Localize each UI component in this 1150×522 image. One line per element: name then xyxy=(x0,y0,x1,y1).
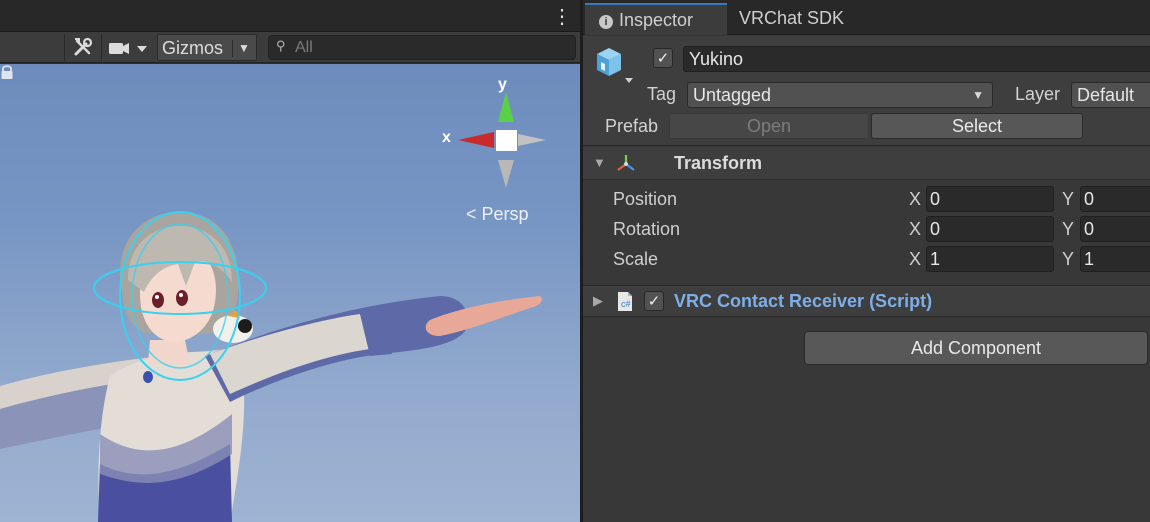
foldout-expanded-icon[interactable]: ▼ xyxy=(593,155,606,170)
gizmos-button[interactable]: Gizmos ▼ xyxy=(157,34,257,61)
scene-tab-bar: ⋮ xyxy=(0,0,580,32)
info-icon: i xyxy=(599,15,613,29)
tab-inspector[interactable]: i Inspector xyxy=(585,3,727,35)
prefab-label: Prefab xyxy=(605,116,659,136)
transform-row-position: Position X 0 Y 0 xyxy=(583,185,1150,215)
rotation-y-label[interactable]: Y xyxy=(1062,219,1074,240)
transform-title: Transform xyxy=(674,153,763,173)
layer-dropdown[interactable]: Default xyxy=(1071,82,1150,108)
active-checkbox[interactable]: ✓ xyxy=(653,48,673,68)
tag-value: Untagged xyxy=(693,85,772,105)
position-y-field[interactable]: 0 xyxy=(1080,186,1150,212)
chevron-down-icon xyxy=(137,46,147,52)
position-x-field[interactable]: 0 xyxy=(926,186,1054,212)
persp-arrow-icon: < xyxy=(466,204,477,224)
position-x-label[interactable]: X xyxy=(909,189,921,210)
orientation-gizmo[interactable] xyxy=(458,92,546,188)
tag-label: Tag xyxy=(647,84,677,104)
script-icon: c# xyxy=(618,292,632,311)
more-options-icon[interactable]: ⋮ xyxy=(552,6,572,28)
tag-dropdown[interactable]: Untagged ▼ xyxy=(687,82,993,108)
scene-search[interactable]: ⚲ xyxy=(268,35,576,60)
persp-text: Persp xyxy=(481,204,529,224)
gizmos-divider xyxy=(232,40,233,57)
scene-viewport[interactable]: y x < Persp xyxy=(0,64,580,522)
gizmo-x-label: x xyxy=(442,129,451,146)
avatar-render xyxy=(0,92,546,522)
rotation-label: Rotation xyxy=(613,219,681,239)
scene-view[interactable]: ⋮ Gizmos ▼ ⚲ All y x < Persp xyxy=(0,0,580,522)
chevron-down-icon: ▼ xyxy=(972,88,984,102)
transform-row-scale: Scale X 1 Y 1 xyxy=(583,245,1150,275)
gizmos-label: Gizmos xyxy=(162,38,224,58)
gameobject-cube-icon[interactable] xyxy=(593,44,637,84)
search-icon: ⚲ xyxy=(276,38,286,53)
search-input[interactable] xyxy=(295,36,565,59)
persp-label[interactable]: < Persp xyxy=(466,204,529,225)
scene-toolbar: Gizmos ▼ ⚲ xyxy=(0,32,580,63)
tools-icon xyxy=(74,37,93,56)
scale-label: Scale xyxy=(613,249,659,269)
foldout-collapsed-icon[interactable]: ▶ xyxy=(593,293,603,309)
scale-y-field[interactable]: 1 xyxy=(1080,246,1150,272)
inspector-tab-bar: i Inspector VRChat SDK xyxy=(583,0,1150,35)
position-y-label[interactable]: Y xyxy=(1062,189,1074,210)
tab-inspector-label: Inspector xyxy=(619,10,694,30)
layer-label: Layer xyxy=(1015,84,1061,104)
transform-header[interactable]: ▼ Transform xyxy=(583,147,1150,180)
scale-x-field[interactable]: 1 xyxy=(926,246,1054,272)
inspector-panel: i Inspector VRChat SDK ✓ Yukino Tag Untag… xyxy=(583,0,1150,522)
transform-row-rotation: Rotation X 0 Y 0 xyxy=(583,215,1150,245)
tab-vrchat-sdk-label: VRChat SDK xyxy=(739,8,845,28)
scale-x-label[interactable]: X xyxy=(909,249,921,270)
object-header: ✓ Yukino Tag Untagged ▼ Layer Default Pr… xyxy=(583,36,1150,146)
component-header-vrc-contact-receiver[interactable]: ▶ c# ✓ VRC Contact Receiver (Script) xyxy=(583,285,1150,317)
camera-button[interactable] xyxy=(103,34,155,61)
prefab-select-button[interactable]: Select xyxy=(871,113,1083,139)
gizmo-y-label: y xyxy=(498,76,507,93)
chevron-down-icon xyxy=(625,78,633,83)
transform-icon xyxy=(617,155,635,171)
chevron-down-icon[interactable]: ▼ xyxy=(238,35,250,62)
component-title: VRC Contact Receiver (Script) xyxy=(674,291,933,311)
scale-y-label[interactable]: Y xyxy=(1062,249,1074,270)
lock-icon[interactable] xyxy=(0,64,14,80)
camera-icon xyxy=(109,43,147,54)
rotation-x-label[interactable]: X xyxy=(909,219,921,240)
prefab-open-button[interactable]: Open xyxy=(669,113,869,139)
svg-text:c#: c# xyxy=(621,299,631,309)
tools-button[interactable] xyxy=(64,34,102,61)
layer-value: Default xyxy=(1077,85,1135,105)
tab-vrchat-sdk[interactable]: VRChat SDK xyxy=(739,3,844,35)
object-name-field[interactable]: Yukino xyxy=(683,46,1150,72)
add-component-button[interactable]: Add Component xyxy=(804,331,1148,365)
rotation-y-field[interactable]: 0 xyxy=(1080,216,1150,242)
position-label: Position xyxy=(613,189,678,209)
component-enabled-checkbox[interactable]: ✓ xyxy=(644,291,664,311)
rotation-x-field[interactable]: 0 xyxy=(926,216,1054,242)
